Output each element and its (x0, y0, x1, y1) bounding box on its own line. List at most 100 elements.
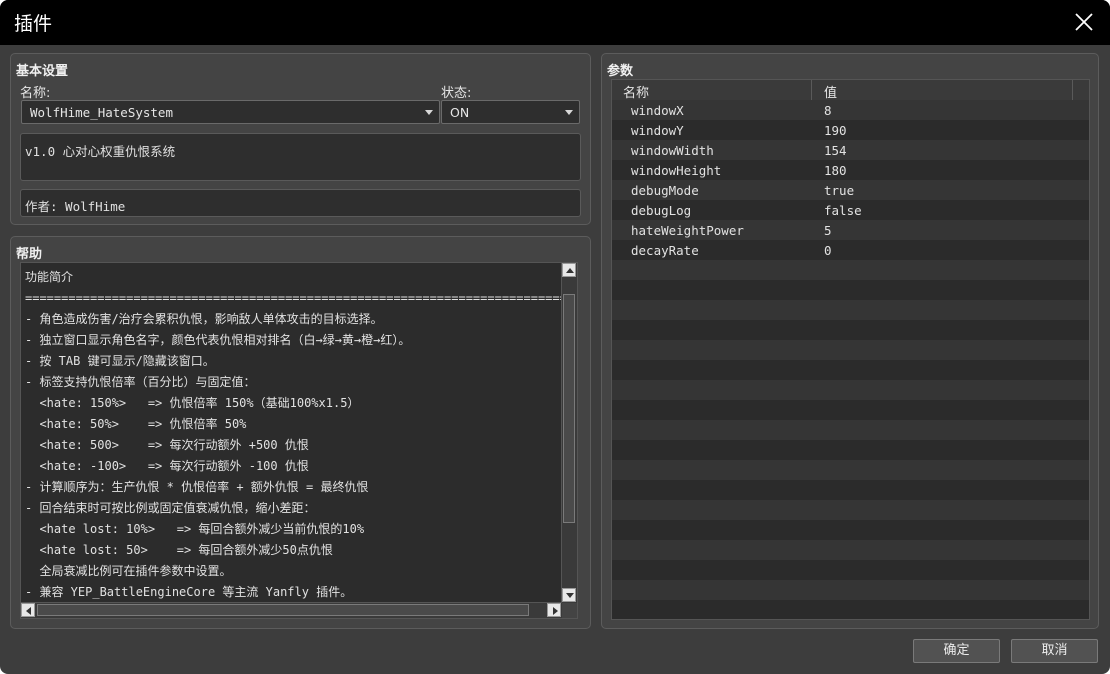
horizontal-scroll-thumb[interactable] (37, 604, 529, 616)
help-line: <hate: 50%> => 仇恨倍率 50% (25, 417, 247, 431)
parameter-row[interactable]: windowHeight 180 (612, 160, 1089, 180)
help-line: - 独立窗口显示角色名字，颜色代表仇恨相对排名（白→绿→黄→橙→红）。 (25, 333, 411, 347)
parameter-value: false (824, 203, 862, 218)
scrollbar-corner (562, 603, 577, 618)
parameter-row[interactable]: windowX 8 (612, 100, 1089, 120)
close-button[interactable] (1074, 12, 1094, 32)
window-title: 插件 (14, 13, 53, 35)
parameter-value: 0 (824, 243, 832, 258)
empty-row (612, 560, 1089, 580)
parameter-row[interactable]: decayRate 0 (612, 240, 1089, 260)
author-field[interactable]: 作者: WolfHime (20, 189, 581, 217)
empty-row (612, 260, 1089, 280)
scroll-right-button[interactable] (547, 603, 561, 617)
ok-button[interactable]: 确定 (913, 639, 1000, 663)
arrow-up-icon (566, 268, 574, 273)
help-title: 帮助 (16, 247, 43, 262)
parameter-name: debugMode (631, 183, 699, 198)
parameter-name: windowX (631, 103, 684, 118)
parameter-value: true (824, 183, 855, 198)
help-line: - 兼容 YEP_BattleEngineCore 等主流 Yanfly 插件。 (25, 585, 353, 599)
parameter-value: 180 (824, 163, 847, 178)
parameters-title: 参数 (607, 64, 634, 79)
help-line: 功能简介 (25, 270, 74, 284)
empty-row (612, 340, 1089, 360)
empty-row (612, 540, 1089, 560)
parameter-name: windowHeight (631, 163, 722, 178)
close-icon (1075, 13, 1093, 31)
arrow-left-icon (26, 607, 31, 615)
scroll-up-button[interactable] (562, 263, 576, 277)
parameter-rows: windowX 8 windowY 190 windowWidth 154 windowHe… (612, 100, 1089, 619)
parameter-row[interactable]: hateWeightPower 5 (612, 220, 1089, 240)
table-header: 名称 值 (612, 80, 1089, 101)
vertical-scrollbar[interactable] (561, 263, 577, 603)
help-line: - 回合结束时可按比例或固定值衰减仇恨，缩小差距： (25, 501, 316, 515)
empty-row (612, 520, 1089, 540)
plugin-name-value: WolfHime_HateSystem (30, 105, 173, 120)
parameter-name: debugLog (631, 203, 692, 218)
parameter-value: 190 (824, 123, 847, 138)
scroll-down-button[interactable] (562, 588, 576, 602)
empty-row (612, 360, 1089, 380)
cancel-button[interactable]: 取消 (1011, 639, 1098, 663)
empty-row (612, 420, 1089, 440)
parameter-value: 154 (824, 143, 847, 158)
vertical-scroll-thumb[interactable] (563, 294, 575, 523)
description-field[interactable]: v1.0 心对心权重仇恨系统 (20, 133, 581, 181)
author-text: 作者: WolfHime (25, 199, 126, 214)
status-label: 状态: (441, 86, 472, 101)
basic-settings-group: 基本设置 名称: WolfHime_HateSystem 状态: ON v1.0… (10, 53, 591, 225)
empty-row (612, 580, 1089, 600)
parameter-row[interactable]: windowWidth 154 (612, 140, 1089, 160)
description-text: v1.0 心对心权重仇恨系统 (25, 144, 176, 159)
horizontal-scrollbar[interactable] (21, 602, 562, 618)
empty-row (612, 280, 1089, 300)
help-line: - 标签支持仇恨倍率（百分比）与固定值： (25, 375, 256, 389)
help-line: <hate: 150%> => 仇恨倍率 150%（基础100%x1.5） (25, 396, 360, 410)
empty-row (612, 320, 1089, 340)
title-bar: 插件 (0, 0, 1110, 45)
parameter-name: decayRate (631, 243, 699, 258)
parameter-row[interactable]: debugLog false (612, 200, 1089, 220)
help-text: 功能简介 ====================================… (25, 267, 563, 603)
basic-settings-title: 基本设置 (16, 64, 69, 79)
status-select[interactable]: ON (441, 100, 580, 124)
parameter-name: windowY (631, 123, 684, 138)
parameter-name: hateWeightPower (631, 223, 744, 238)
parameters-table[interactable]: 名称 值 windowX 8 windowY 190 windowWidth 154 win… (611, 79, 1090, 620)
empty-row (612, 380, 1089, 400)
help-line: - 角色造成伤害/治疗会累积仇恨，影响敌人单体攻击的目标选择。 (25, 312, 383, 326)
help-line: 全局衰减比例可在插件参数中设置。 (25, 564, 232, 578)
empty-row (612, 300, 1089, 320)
empty-row (612, 460, 1089, 480)
help-line: ========================================… (25, 291, 563, 305)
plugin-name-select[interactable]: WolfHime_HateSystem (21, 100, 440, 124)
column-header-value[interactable]: 值 (824, 82, 837, 101)
column-divider (811, 80, 812, 100)
empty-row (612, 480, 1089, 500)
chevron-down-icon (425, 110, 433, 115)
help-text-area[interactable]: 功能简介 ====================================… (20, 262, 578, 619)
empty-row (612, 500, 1089, 520)
help-line: <hate lost: 50> => 每回合额外减少50点仇恨 (25, 543, 333, 557)
help-line: - 计算顺序为：生产仇恨 * 仇恨倍率 + 额外仇恨 = 最终仇恨 (25, 480, 369, 494)
empty-row (612, 400, 1089, 420)
parameter-name: windowWidth (631, 143, 714, 158)
scroll-left-button[interactable] (21, 603, 35, 617)
status-value: ON (450, 105, 470, 120)
chevron-down-icon (565, 110, 573, 115)
parameter-value: 8 (824, 103, 832, 118)
help-line: <hate lost: 10%> => 每回合额外减少当前仇恨的10% (25, 522, 365, 536)
parameter-row[interactable]: debugMode true (612, 180, 1089, 200)
column-header-name[interactable]: 名称 (623, 82, 649, 101)
parameter-row[interactable]: windowY 190 (612, 120, 1089, 140)
help-line: <hate: -100> => 每次行动额外 -100 仇恨 (25, 459, 309, 473)
arrow-right-icon (553, 607, 558, 615)
help-group: 帮助 功能简介 =================================… (10, 236, 591, 629)
help-line: <hate: 500> => 每次行动额外 +500 仇恨 (25, 438, 309, 452)
parameters-group: 参数 名称 值 windowX 8 windowY 190 windowWidth 154… (601, 53, 1099, 629)
name-label: 名称: (20, 86, 51, 101)
column-divider (1072, 80, 1073, 100)
help-line: - 按 TAB 键可显示/隐藏该窗口。 (25, 354, 215, 368)
